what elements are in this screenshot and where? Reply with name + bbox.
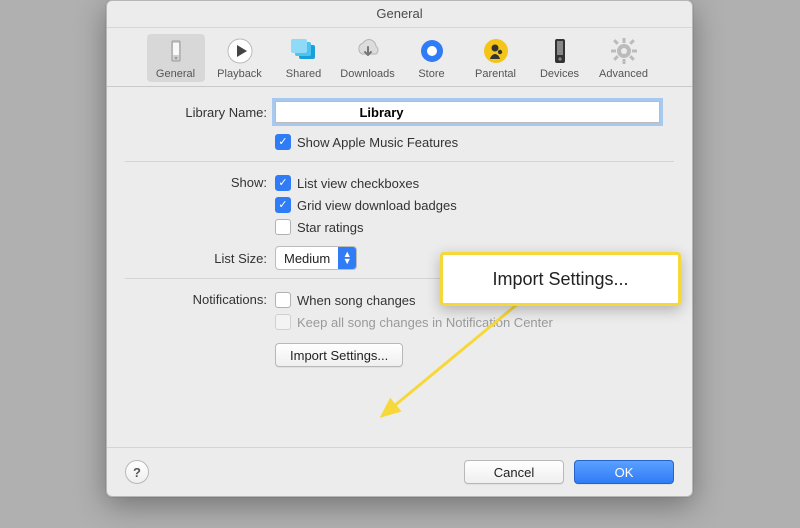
parental-icon [481, 36, 511, 66]
cloud-download-icon [353, 36, 383, 66]
label-list-size: List Size: [125, 251, 275, 266]
tab-devices[interactable]: Devices [531, 34, 589, 82]
chevron-up-down-icon: ▲▼ [338, 247, 356, 269]
window-title-text: General [376, 6, 422, 21]
checkbox-keep-notifications: Keep all song changes in Notification Ce… [275, 311, 674, 333]
tab-shared[interactable]: Shared [275, 34, 333, 82]
import-settings-button[interactable]: Import Settings... [275, 343, 403, 367]
tab-playback[interactable]: Playback [211, 34, 269, 82]
label-library-name: Library Name: [125, 105, 275, 120]
tab-downloads[interactable]: Downloads [339, 34, 397, 82]
shared-icon [289, 36, 319, 66]
list-size-select[interactable]: Medium ▲▼ [275, 246, 357, 270]
cancel-button[interactable]: Cancel [464, 460, 564, 484]
library-name-input[interactable] [275, 101, 660, 123]
store-icon [417, 36, 447, 66]
gear-icon [609, 36, 639, 66]
checkbox-icon [275, 134, 291, 150]
checkbox-icon [275, 292, 291, 308]
separator [125, 161, 674, 162]
checkbox-apple-music[interactable]: Show Apple Music Features [275, 131, 674, 153]
tab-general[interactable]: General [147, 34, 205, 82]
preferences-toolbar: General Playback Shared Downloads Store [107, 28, 692, 87]
preferences-window: General General Playback Shared Dow [106, 0, 693, 497]
label-show: Show: [125, 172, 275, 190]
checkbox-icon [275, 197, 291, 213]
label-notifications: Notifications: [125, 289, 275, 307]
play-icon [225, 36, 255, 66]
checkbox-icon [275, 175, 291, 191]
devices-icon [545, 36, 575, 66]
checkbox-icon [275, 314, 291, 330]
dialog-footer: ? Cancel OK [107, 447, 692, 496]
checkbox-list-view[interactable]: List view checkboxes [275, 172, 674, 194]
checkbox-star-ratings[interactable]: Star ratings [275, 216, 674, 238]
checkbox-grid-badges[interactable]: Grid view download badges [275, 194, 674, 216]
help-button[interactable]: ? [125, 460, 149, 484]
tab-advanced[interactable]: Advanced [595, 34, 653, 82]
tab-store[interactable]: Store [403, 34, 461, 82]
ok-button[interactable]: OK [574, 460, 674, 484]
callout-import-settings: Import Settings... [440, 252, 681, 306]
window-title: General [107, 1, 692, 28]
checkbox-icon [275, 219, 291, 235]
general-icon [161, 36, 191, 66]
tab-parental[interactable]: Parental [467, 34, 525, 82]
general-pane: Library Name: Show Apple Music Features … [107, 87, 692, 367]
